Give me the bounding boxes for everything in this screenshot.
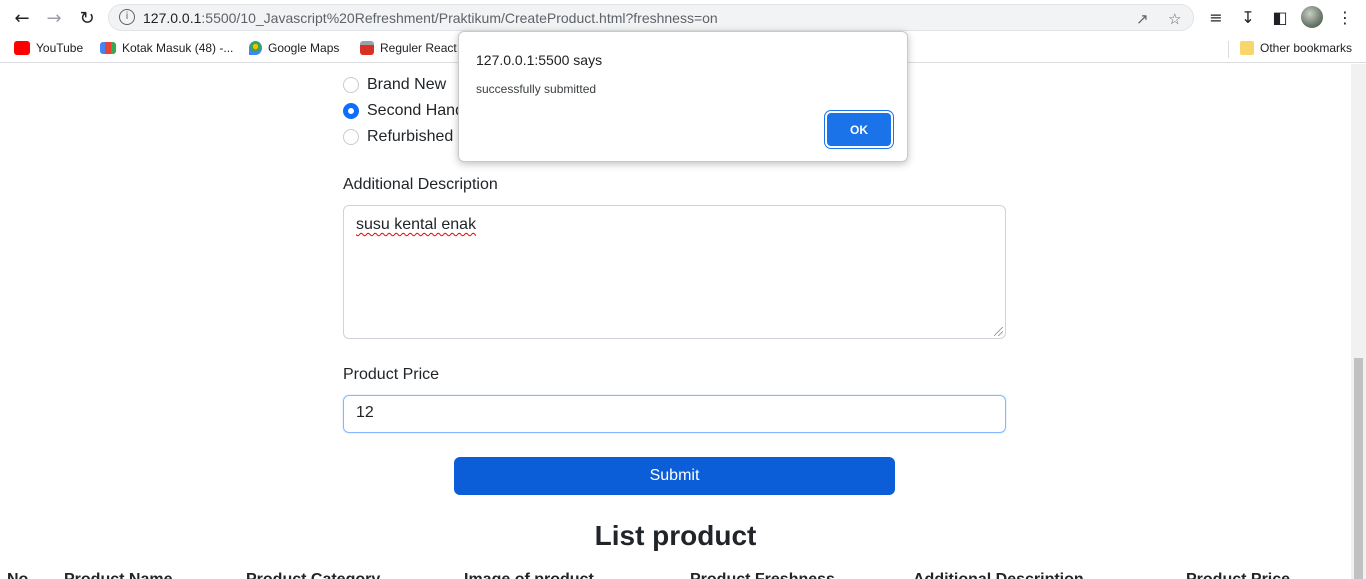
site-info-icon[interactable]: i: [119, 9, 135, 25]
reading-list-icon[interactable]: ≡: [1205, 6, 1227, 28]
description-textarea[interactable]: susu kental enak: [343, 205, 1006, 339]
bookmark-google-maps[interactable]: Google Maps: [249, 41, 339, 55]
bookmark-label: Kotak Masuk (48) -...: [122, 41, 234, 55]
dialog-ok-button[interactable]: OK: [827, 113, 891, 146]
alert-dialog: 127.0.0.1:5500 says successfully submitt…: [458, 31, 908, 162]
bookmark-label: Google Maps: [268, 41, 340, 55]
radio-button[interactable]: [343, 129, 359, 145]
react-bookmark-icon: [360, 41, 374, 55]
gmail-icon: [100, 42, 116, 54]
radio-label: Brand New: [367, 76, 447, 93]
profile-avatar[interactable]: [1301, 6, 1323, 28]
other-bookmarks[interactable]: Other bookmarks: [1240, 41, 1352, 55]
forward-icon[interactable]: →: [42, 6, 66, 30]
table-header-price: Product Price: [1186, 571, 1290, 579]
radio-brand-new[interactable]: Brand New: [343, 76, 446, 94]
table-header-no: No: [7, 571, 28, 579]
radio-second-hand[interactable]: Second Hand: [343, 102, 464, 120]
table-header-freshness: Product Freshness: [690, 571, 835, 579]
radio-refurbished[interactable]: Refurbished: [343, 128, 453, 146]
submit-button[interactable]: Submit: [454, 457, 895, 495]
side-panel-icon[interactable]: ◧: [1269, 6, 1291, 28]
table-header-image: Image of product: [464, 571, 594, 579]
bookmark-youtube[interactable]: YouTube: [14, 41, 83, 55]
bookmark-gmail[interactable]: Kotak Masuk (48) -...: [100, 41, 233, 55]
description-label: Additional Description: [343, 176, 498, 193]
table-header-description: Additional Description: [913, 571, 1084, 579]
url-path: :5500/10_Javascript%20Refreshment/Prakti…: [201, 10, 718, 26]
menu-kebab-icon[interactable]: ⋮: [1334, 6, 1356, 28]
bookmark-label: Reguler React: [380, 41, 457, 55]
resize-grip-icon[interactable]: [994, 327, 1003, 336]
page-scrollbar[interactable]: [1351, 64, 1366, 579]
url-text[interactable]: 127.0.0.1:5500/10_Javascript%20Refreshme…: [143, 10, 718, 26]
bookmark-reguler-react[interactable]: Reguler React: [360, 41, 457, 55]
radio-button-checked[interactable]: [343, 103, 359, 119]
folder-icon: [1240, 41, 1254, 55]
table-header-product-name: Product Name: [64, 571, 172, 579]
bookmark-label: YouTube: [36, 41, 84, 55]
maps-pin-icon: [249, 41, 262, 55]
share-icon[interactable]: ↗: [1136, 10, 1149, 28]
price-input[interactable]: 12: [343, 395, 1006, 433]
bookmarks-separator: [1228, 41, 1229, 58]
browser-toolbar: ← → ↻ i 127.0.0.1:5500/10_Javascript%20R…: [0, 0, 1366, 35]
youtube-icon: [14, 41, 30, 55]
description-value: susu kental enak: [356, 216, 477, 233]
reload-icon[interactable]: ↻: [75, 6, 99, 30]
radio-label: Refurbished: [367, 128, 454, 145]
table-header-product-category: Product Category: [246, 571, 380, 579]
dialog-message: successfully submitted: [476, 82, 597, 96]
download-icon[interactable]: ↧: [1237, 6, 1259, 28]
scrollbar-thumb[interactable]: [1354, 358, 1363, 579]
radio-button[interactable]: [343, 77, 359, 93]
address-bar[interactable]: i 127.0.0.1:5500/10_Javascript%20Refresh…: [108, 4, 1194, 31]
url-host: 127.0.0.1: [143, 10, 202, 26]
price-label: Product Price: [343, 366, 440, 383]
list-title: List product: [594, 520, 757, 551]
dialog-title: 127.0.0.1:5500 says: [476, 52, 603, 68]
radio-label: Second Hand: [367, 102, 464, 119]
back-icon[interactable]: ←: [10, 6, 34, 30]
other-bookmarks-label: Other bookmarks: [1260, 41, 1353, 55]
bookmark-star-icon[interactable]: ☆: [1168, 10, 1181, 28]
